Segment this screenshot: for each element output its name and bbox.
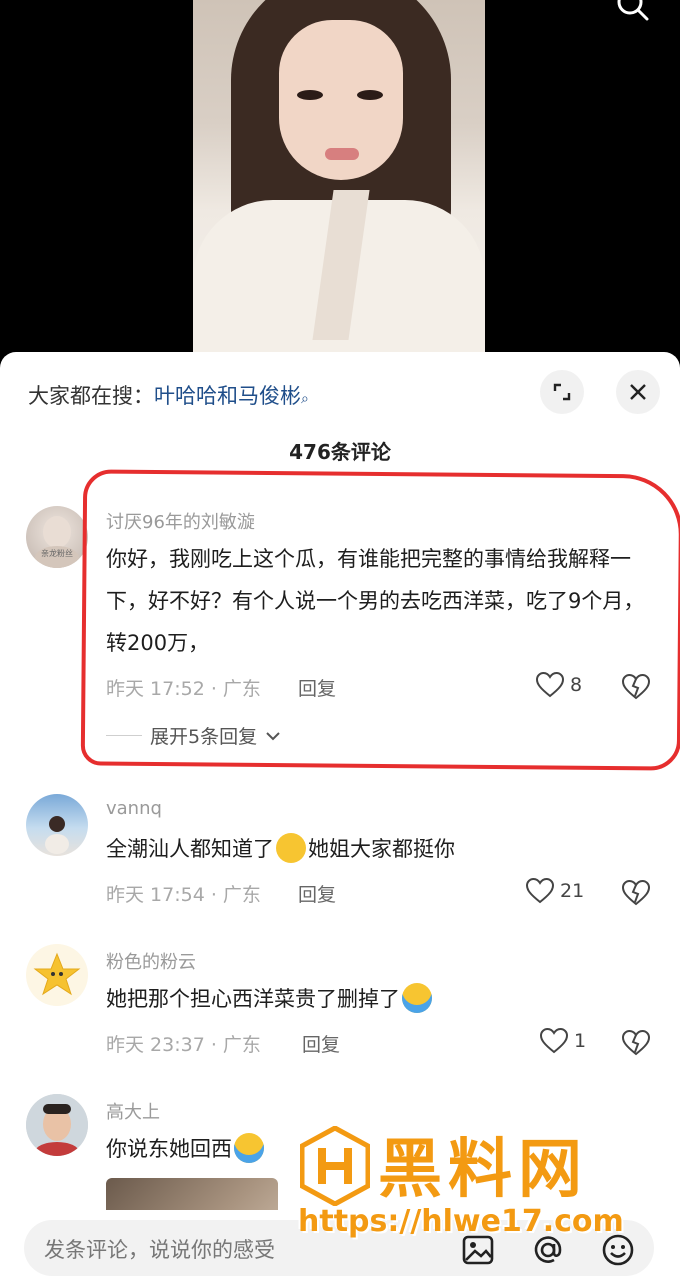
avatar-image: [45, 816, 69, 854]
video-person-face: [279, 20, 403, 180]
trending-search[interactable]: 大家都在搜：叶哈哈和马俊彬⌕: [28, 380, 309, 410]
heart-icon: [536, 672, 564, 698]
expand-replies-label: 展开5条回复: [150, 726, 258, 748]
like-count: 8: [570, 674, 583, 696]
comment-username[interactable]: 讨厌96年的刘敏漩: [106, 508, 255, 534]
trending-prefix: 大家都在搜：: [28, 384, 154, 408]
reply-button[interactable]: 回复: [302, 1030, 340, 1057]
avatar-image: 亲龙粉丝: [35, 516, 79, 568]
avatar-caption: 亲龙粉丝: [41, 548, 73, 558]
video-person-eye-left: [297, 90, 323, 100]
comment-text-part: 你说东她回西: [106, 1137, 232, 1161]
avatar[interactable]: [26, 794, 88, 856]
crying-emoji-icon: [234, 1133, 264, 1163]
watermark-logo-icon: [300, 1126, 370, 1206]
dislike-icon[interactable]: [622, 1030, 650, 1056]
chevron-down-icon: [266, 731, 280, 740]
comment-text: 全潮汕人都知道了 她姐大家都挺你: [106, 828, 651, 870]
thinking-emoji-icon: [276, 833, 306, 863]
video-area[interactable]: [0, 0, 680, 352]
reply-button[interactable]: 回复: [298, 880, 336, 907]
comment-username[interactable]: vannq: [106, 798, 162, 819]
like-button[interactable]: 8: [536, 672, 582, 698]
like-button[interactable]: 21: [526, 878, 584, 904]
comment-meta: 昨天 17:54 · 广东: [106, 884, 261, 906]
avatar[interactable]: [26, 944, 88, 1006]
avatar-image: [26, 1094, 88, 1156]
comment-username[interactable]: 粉色的粉云: [106, 948, 196, 974]
video-person-eye-right: [357, 90, 383, 100]
avatar[interactable]: 亲龙粉丝: [26, 506, 88, 568]
watermark-url: https://hlwe17.com: [298, 1204, 624, 1239]
close-button[interactable]: [616, 370, 660, 414]
comment-text-part: 全潮汕人都知道了: [106, 837, 274, 861]
dislike-icon[interactable]: [622, 674, 650, 700]
comment-text-part: 她姐大家都挺你: [308, 837, 455, 861]
heart-icon: [540, 1028, 568, 1054]
search-icon[interactable]: [616, 0, 650, 24]
comment-username[interactable]: 高大上: [106, 1098, 160, 1124]
video-frame[interactable]: [193, 0, 485, 352]
like-count: 21: [560, 880, 585, 902]
avatar[interactable]: [26, 1094, 88, 1156]
watermark-title: 黑料网: [378, 1133, 588, 1207]
comment-text: 你好，我刚吃上这个瓜，有谁能把完整的事情给我解释一下，好不好？有个人说一个男的去…: [106, 547, 645, 655]
heart-icon: [526, 878, 554, 904]
like-count: 1: [574, 1030, 587, 1052]
comment-text-part: 她把那个担心西洋菜贵了删掉了: [106, 987, 400, 1011]
expand-icon: [553, 383, 571, 401]
video-person-lips: [325, 148, 359, 160]
avatar-image: [33, 952, 81, 996]
like-button[interactable]: 1: [540, 1028, 586, 1054]
comment-count: 476条评论: [289, 440, 391, 464]
trending-keyword[interactable]: 叶哈哈和马俊彬: [154, 384, 301, 408]
close-icon: [630, 384, 646, 400]
comment-input-placeholder: 发条评论，说说你的感受: [44, 1238, 275, 1262]
comment-meta: 昨天 17:52 · 广东: [106, 678, 261, 700]
expand-replies-button[interactable]: 展开5条回复: [106, 722, 281, 749]
comment-meta: 昨天 23:37 · 广东: [106, 1034, 261, 1056]
dislike-icon[interactable]: [622, 880, 650, 906]
comment-text: 她把那个担心西洋菜贵了删掉了: [106, 978, 651, 1020]
expand-sheet-button[interactable]: [540, 370, 584, 414]
reply-button[interactable]: 回复: [298, 674, 336, 701]
expand-divider: [106, 735, 142, 736]
search-small-icon: ⌕: [301, 391, 309, 407]
crying-emoji-icon: [402, 983, 432, 1013]
